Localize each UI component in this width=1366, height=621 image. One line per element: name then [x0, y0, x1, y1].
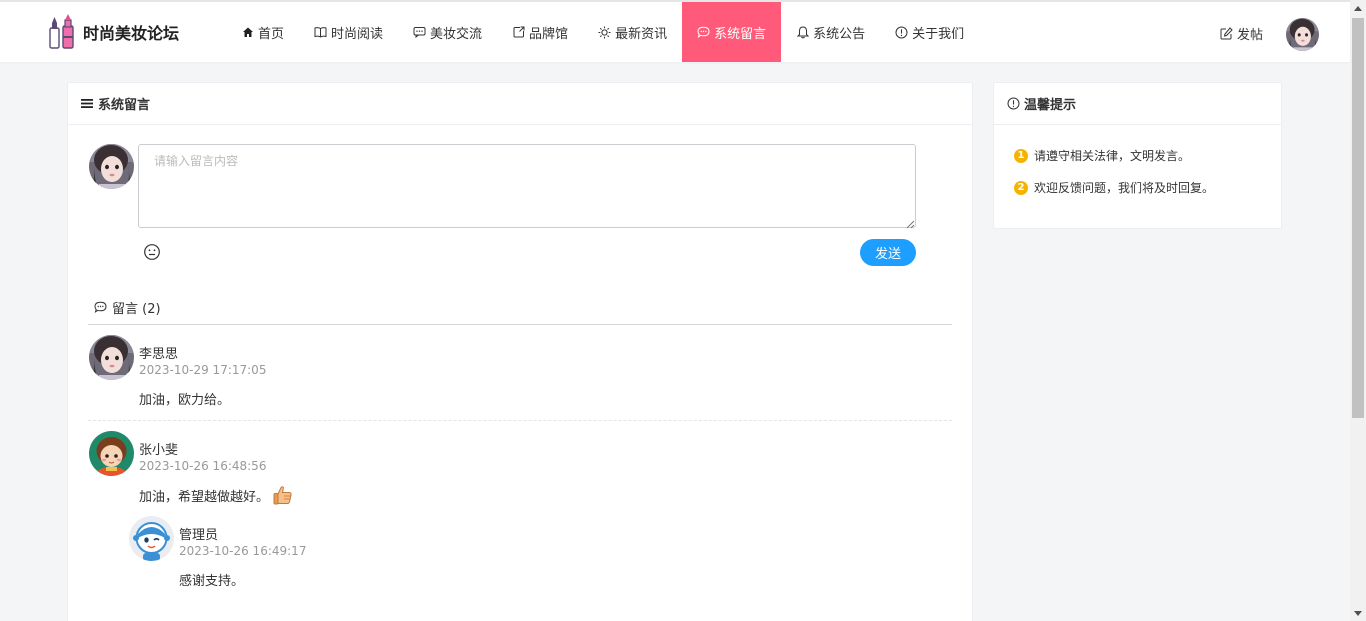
nav-brand-hall[interactable]: 品牌馆	[497, 2, 583, 62]
message-icon	[697, 26, 710, 39]
scroll-down-arrow-icon[interactable]	[1350, 605, 1366, 621]
tip-item: 1 请遵守相关法律，文明发言。	[1014, 147, 1190, 164]
comment-divider	[88, 420, 952, 421]
nav-about-us[interactable]: 关于我们	[880, 2, 979, 62]
chat-icon	[413, 26, 426, 39]
info-icon	[1007, 97, 1020, 110]
nav-makeup-exchange[interactable]: 美妆交流	[398, 2, 497, 62]
tip-item: 2 欢迎反馈问题，我们将及时回复。	[1014, 179, 1214, 196]
nav-brand-hall-label: 品牌馆	[529, 26, 569, 42]
nav-fashion-reading[interactable]: 时尚阅读	[299, 2, 398, 62]
nav-latest-news[interactable]: 最新资讯	[583, 2, 682, 62]
message-board-title: 系统留言	[98, 98, 151, 113]
nav-about-us-label: 关于我们	[912, 26, 965, 42]
tips-title: 温馨提示	[1024, 98, 1077, 113]
scroll-up-arrow-icon[interactable]	[1350, 0, 1366, 16]
nav-home-label: 首页	[258, 26, 285, 42]
message-count: 留言 (2)	[94, 298, 161, 317]
comment-author[interactable]: 李思思	[139, 343, 178, 362]
site-name: 时尚美妆论坛	[83, 24, 180, 43]
sun-icon	[598, 26, 611, 39]
info-icon	[895, 26, 908, 39]
comment-author[interactable]: 张小斐	[139, 439, 178, 458]
comment-content: 加油，欧力给。	[139, 393, 231, 408]
comment-content: 加油，希望越做越好。	[139, 489, 270, 505]
list-icon	[81, 97, 94, 110]
user-avatar[interactable]	[1286, 18, 1319, 51]
tip-number-badge: 1	[1014, 148, 1028, 163]
book-icon	[314, 26, 327, 39]
comment-icon	[94, 301, 107, 314]
main-nav: 首页 时尚阅读 美妆交流 品牌馆 最新资讯 系统留言 系统公告 关于我们	[226, 2, 979, 62]
tips-header: 温馨提示	[994, 83, 1281, 125]
reply-time: 2023-10-26 16:49:17	[179, 544, 307, 558]
tip-number-badge: 2	[1014, 180, 1028, 195]
nav-system-message-label: 系统留言	[714, 26, 767, 42]
nav-announcements[interactable]: 系统公告	[781, 2, 880, 62]
tip-text: 欢迎反馈问题，我们将及时回复。	[1034, 181, 1215, 195]
new-post-button[interactable]: 发帖	[1220, 24, 1263, 43]
message-board-header: 系统留言	[68, 83, 972, 125]
emoji-icon[interactable]	[143, 243, 161, 261]
share-icon	[512, 26, 525, 39]
lipstick-logo-icon	[48, 14, 76, 50]
commenter-avatar[interactable]	[89, 335, 134, 380]
reply-author[interactable]: 管理员	[179, 524, 218, 543]
new-post-label: 发帖	[1237, 28, 1264, 43]
nav-makeup-exchange-label: 美妆交流	[430, 26, 483, 42]
scrollbar-thumb[interactable]	[1352, 18, 1364, 418]
top-navbar: 时尚美妆论坛 首页 时尚阅读 美妆交流 品牌馆 最新资讯 系统留言 系统公告 关…	[0, 0, 1350, 62]
comment-time: 2023-10-29 17:17:05	[139, 363, 267, 377]
message-input[interactable]	[138, 144, 916, 228]
commenter-avatar[interactable]	[89, 431, 134, 476]
nav-latest-news-label: 最新资讯	[615, 26, 668, 42]
bell-icon	[796, 25, 809, 39]
divider	[88, 324, 952, 325]
tip-text: 请遵守相关法律，文明发言。	[1034, 149, 1191, 163]
reply-avatar[interactable]	[129, 516, 174, 561]
textarea-resize-handle[interactable]	[906, 218, 915, 229]
site-logo[interactable]: 时尚美妆论坛	[48, 12, 179, 52]
compose-avatar	[89, 144, 134, 189]
message-board-panel: 系统留言 发送 留言 (2) 李思思 2023-10-29 17:17:05 加…	[67, 82, 973, 621]
comment-content-row: 加油，希望越做越好。	[139, 484, 294, 506]
thumbs-up-emoji-icon	[272, 484, 294, 506]
tips-panel: 温馨提示 1 请遵守相关法律，文明发言。 2 欢迎反馈问题，我们将及时回复。	[993, 82, 1282, 229]
home-icon	[241, 26, 254, 39]
send-button[interactable]: 发送	[860, 239, 916, 266]
nav-announcements-label: 系统公告	[813, 26, 866, 42]
nav-system-message[interactable]: 系统留言	[682, 2, 782, 62]
reply-content: 感谢支持。	[179, 574, 245, 589]
page-scrollbar[interactable]	[1350, 0, 1366, 621]
edit-icon	[1220, 27, 1233, 40]
comment-time: 2023-10-26 16:48:56	[139, 459, 267, 473]
message-count-label: 留言 (2)	[112, 302, 161, 317]
nav-home[interactable]: 首页	[226, 2, 299, 62]
nav-fashion-reading-label: 时尚阅读	[331, 26, 384, 42]
